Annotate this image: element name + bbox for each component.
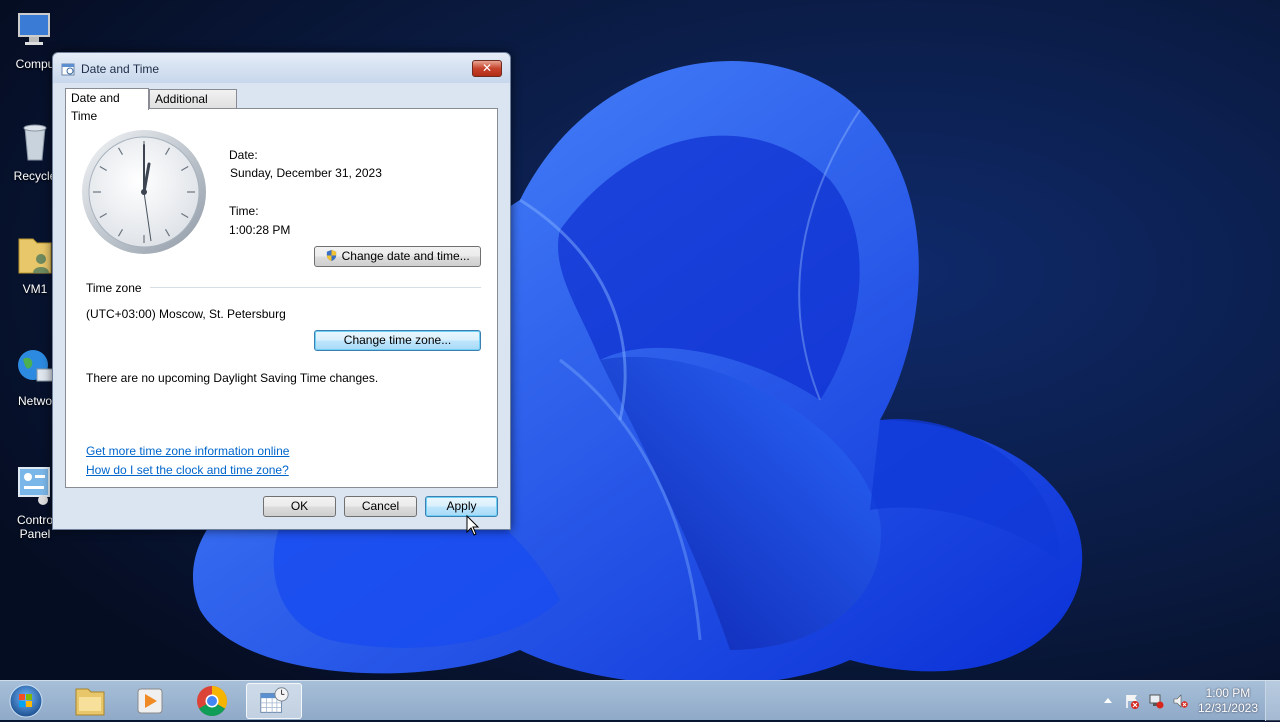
show-hidden-icons-icon[interactable] [1100,693,1116,709]
date-value: Sunday, December 31, 2023 [230,166,382,180]
action-center-flag-icon[interactable] [1124,693,1140,709]
close-button[interactable]: ✕ [472,60,502,77]
tray-clock[interactable]: 1:00 PM 12/31/2023 [1198,686,1258,716]
network-globe-icon [18,350,54,382]
cancel-button[interactable]: Cancel [344,496,417,517]
change-date-time-label: Change date and time... [341,249,470,263]
taskbar: 1:00 PM 12/31/2023 [0,680,1280,721]
recycle-bin-icon [23,124,47,161]
timezone-heading: Time zone [86,281,142,295]
tray-date: 12/31/2023 [1197,701,1258,715]
file-explorer-icon [75,688,105,716]
mouse-cursor-icon [466,515,480,536]
volume-muted-icon[interactable] [1172,693,1188,709]
how-to-set-clock-link[interactable]: How do I set the clock and time zone? [86,463,289,477]
media-player-icon [137,688,163,714]
time-value: 1:00:28 PM [229,223,291,237]
date-label: Date: [229,148,258,162]
apply-button[interactable]: Apply [425,496,498,517]
date-time-dialog: Date and Time ✕ Date and Time Additional… [52,52,511,530]
dialog-title: Date and Time [81,62,160,76]
taskbar-media-player[interactable] [122,683,178,719]
timezone-divider [150,287,481,288]
control-panel-icon [18,467,50,505]
tray-time: 1:00 PM [1205,686,1251,700]
show-desktop-button[interactable] [1265,681,1280,721]
change-time-zone-button[interactable]: Change time zone... [314,330,481,351]
tab-additional-clocks[interactable]: Additional Clocks [149,89,237,124]
start-button-windows-icon[interactable] [6,683,46,719]
chrome-icon [197,686,228,717]
analog-clock-icon [82,130,206,254]
change-date-time-button[interactable]: Change date and time... [314,246,481,267]
ok-button[interactable]: OK [263,496,336,517]
dst-message: There are no upcoming Daylight Saving Ti… [86,371,379,385]
taskbar-date-time-window[interactable] [246,683,302,719]
tab-date-and-time[interactable]: Date and Time [65,88,149,123]
taskbar-file-explorer[interactable] [62,683,118,719]
more-timezone-info-link[interactable]: Get more time zone information online [86,444,289,458]
timezone-value: (UTC+03:00) Moscow, St. Petersburg [86,307,286,321]
time-label: Time: [229,204,259,218]
computer-icon [18,13,50,45]
dialog-titlebar[interactable]: Date and Time ✕ [53,53,510,83]
calendar-clock-icon [61,63,75,76]
user-folder-icon [18,238,52,274]
network-status-icon[interactable] [1148,693,1164,709]
taskbar-chrome[interactable] [184,683,240,719]
date-time-icon [260,687,289,713]
uac-shield-icon [327,249,337,262]
